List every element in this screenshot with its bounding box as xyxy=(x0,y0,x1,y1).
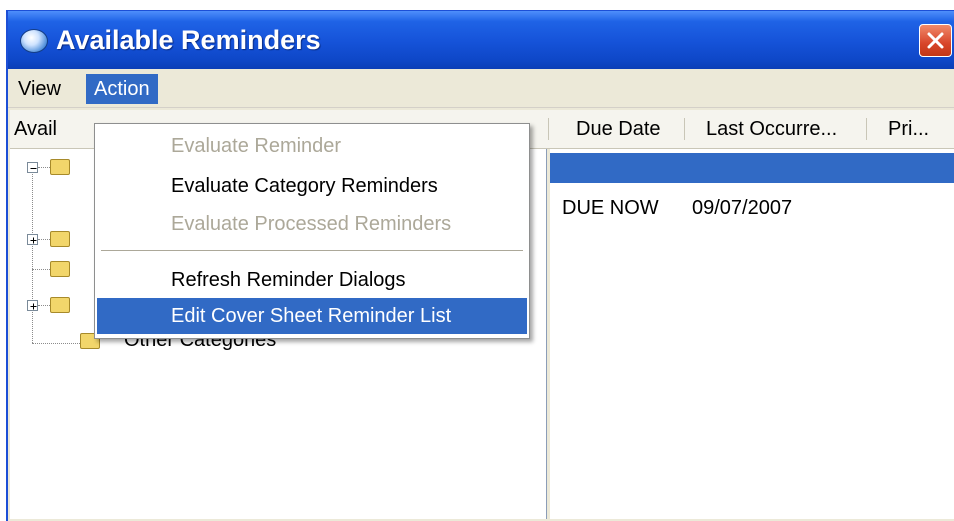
column-separator[interactable] xyxy=(866,118,867,140)
menu-separator xyxy=(101,250,523,252)
menu-item-evaluate-category-reminders[interactable]: Evaluate Category Reminders xyxy=(97,168,527,204)
menu-item-evaluate-processed-reminders[interactable]: Evaluate Processed Reminders xyxy=(97,206,527,242)
column-separator[interactable] xyxy=(548,118,549,140)
close-button[interactable] xyxy=(919,24,952,57)
menu-action[interactable]: Action xyxy=(86,74,158,104)
folder-icon xyxy=(50,159,70,175)
selected-row[interactable] xyxy=(550,153,954,183)
tree-expand-toggle[interactable] xyxy=(27,234,38,245)
folder-icon xyxy=(50,261,70,277)
menu-item-edit-cover-sheet-reminder-list[interactable]: Edit Cover Sheet Reminder List xyxy=(97,298,527,334)
cell-last-occurrence: 09/07/2007 xyxy=(692,197,793,219)
action-menu: Evaluate Reminder Evaluate Category Remi… xyxy=(94,123,530,339)
tree-connector xyxy=(38,167,50,168)
cell-due-date: DUE NOW xyxy=(562,197,659,219)
folder-icon xyxy=(50,297,70,313)
tree-collapse-toggle[interactable] xyxy=(27,162,38,173)
menu-item-refresh-reminder-dialogs[interactable]: Refresh Reminder Dialogs xyxy=(97,262,527,298)
column-separator[interactable] xyxy=(684,118,685,140)
menu-view[interactable]: View xyxy=(10,74,69,104)
minus-icon xyxy=(30,168,37,169)
tree-connector xyxy=(38,239,50,240)
menu-bar: View Action xyxy=(8,69,954,108)
reminder-list-pane[interactable]: DUE NOW 09/07/2007 xyxy=(550,149,954,519)
plus-icon xyxy=(30,237,37,244)
tree-connector xyxy=(32,167,33,343)
close-icon xyxy=(927,32,944,49)
reminders-window: Available Reminders View Action Avail Du… xyxy=(6,10,954,521)
folder-icon xyxy=(50,231,70,247)
plus-icon xyxy=(30,303,37,310)
tree-connector xyxy=(32,343,80,344)
title-bar[interactable]: Available Reminders xyxy=(8,11,954,69)
window-title: Available Reminders xyxy=(56,25,321,55)
app-icon xyxy=(20,29,48,53)
column-due-date[interactable]: Due Date xyxy=(576,110,661,148)
column-last-occurrence[interactable]: Last Occurre... xyxy=(706,110,837,148)
tree-expand-toggle[interactable] xyxy=(27,300,38,311)
menu-item-evaluate-reminder[interactable]: Evaluate Reminder xyxy=(97,128,527,164)
column-available[interactable]: Avail xyxy=(14,110,57,148)
tree-connector xyxy=(32,269,50,270)
column-priority[interactable]: Pri... xyxy=(888,110,929,148)
tree-connector xyxy=(38,305,50,306)
